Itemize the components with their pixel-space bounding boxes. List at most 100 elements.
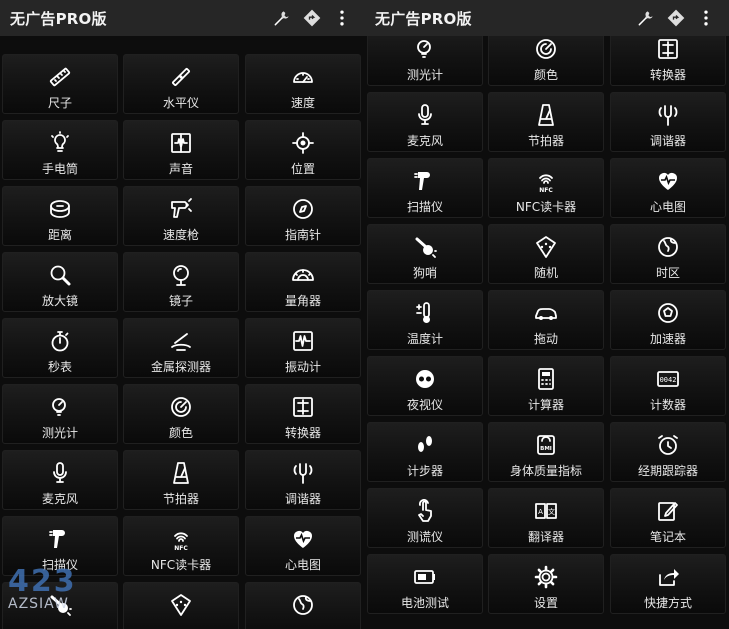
tool-tile-speedometer[interactable]: 速度 xyxy=(245,54,361,114)
tool-tile-mirror[interactable]: 镜子 xyxy=(123,252,239,312)
tool-tile-footsteps[interactable]: 计步器 xyxy=(367,422,483,482)
tool-tile-tuner[interactable]: 调谐器 xyxy=(245,450,361,510)
sound-icon-svg xyxy=(171,133,191,153)
more-vert-icon-svg xyxy=(704,10,708,26)
ruler-icon xyxy=(47,64,73,90)
tool-label: 笔记本 xyxy=(649,530,686,544)
note-icon-svg xyxy=(658,502,678,521)
tool-tile-calculator[interactable]: 计算器 xyxy=(488,356,604,416)
footsteps-icon-svg xyxy=(418,436,432,452)
tool-tile-tape[interactable]: 距离 xyxy=(2,186,118,246)
tool-tile-accelerometer[interactable]: 加速器 xyxy=(610,290,726,350)
alarm-icon-svg xyxy=(658,435,678,455)
tool-tile-alarm[interactable]: 经期跟踪器 xyxy=(610,422,726,482)
nfc-icon-svg: NFC xyxy=(539,174,553,193)
tool-label: 设置 xyxy=(533,596,558,610)
tool-tile-globe[interactable]: 时区 xyxy=(610,224,726,284)
compass-icon xyxy=(290,196,316,222)
tool-tile-thermometer[interactable]: 温度计 xyxy=(367,290,483,350)
color-icon-svg xyxy=(171,397,191,417)
tool-tile-vibration[interactable]: 振动计 xyxy=(245,318,361,378)
tool-tile-touch[interactable]: 测谎仪 xyxy=(367,488,483,548)
tool-label: 转换器 xyxy=(649,68,686,82)
tool-tile-protractor[interactable]: 量角器 xyxy=(245,252,361,312)
tool-tile-heart[interactable]: 心电图 xyxy=(245,516,361,576)
tool-tile-nfc[interactable]: NFC NFC读卡器 xyxy=(488,158,604,218)
microphone-icon-svg xyxy=(418,104,432,125)
bmi-icon-svg: BMI xyxy=(537,435,555,455)
tool-label: 随机 xyxy=(533,266,558,280)
thermometer-icon-svg xyxy=(416,302,430,323)
vibration-icon-svg xyxy=(293,331,313,351)
light-meter-icon-svg xyxy=(417,40,431,58)
tool-tile-color[interactable]: 颜色 xyxy=(123,384,239,444)
tool-tile-microphone[interactable]: 麦克风 xyxy=(367,92,483,152)
tool-tile-microphone[interactable]: 麦克风 xyxy=(2,450,118,510)
tool-tile-level[interactable]: 水平仪 xyxy=(123,54,239,114)
location-icon-svg xyxy=(292,132,314,154)
directions-icon[interactable] xyxy=(297,3,327,33)
mirror-icon xyxy=(168,262,194,288)
tool-tile-metronome[interactable]: 节拍器 xyxy=(488,92,604,152)
tool-tile-magnifier[interactable]: 放大镜 xyxy=(2,252,118,312)
tool-tile-sound[interactable]: 声音 xyxy=(123,120,239,180)
app-title: 无广告PRO版 xyxy=(10,9,107,28)
nfc-icon: NFC xyxy=(533,168,559,194)
tool-tile-translate[interactable]: A 文翻译器 xyxy=(488,488,604,548)
light-meter-icon xyxy=(412,36,438,62)
tool-tile-dice[interactable] xyxy=(123,582,239,629)
directions-icon[interactable] xyxy=(661,3,691,33)
tool-tile-converter[interactable]: 转换器 xyxy=(245,384,361,444)
tool-tile-metronome[interactable]: 节拍器 xyxy=(123,450,239,510)
tool-tile-heart[interactable]: 心电图 xyxy=(610,158,726,218)
speed-gun-icon xyxy=(168,196,194,222)
tool-tile-location[interactable]: 位置 xyxy=(245,120,361,180)
tool-tile-bmi[interactable]: BMI 身体质量指标 xyxy=(488,422,604,482)
tool-tile-nfc[interactable]: NFC NFC读卡器 xyxy=(123,516,239,576)
tool-tile-share[interactable]: 快捷方式 xyxy=(610,554,726,614)
tuner-icon-svg xyxy=(293,463,313,484)
tool-tile-compass[interactable]: 指南针 xyxy=(245,186,361,246)
dog-whistle-icon xyxy=(412,234,438,260)
light-meter-icon xyxy=(47,394,73,420)
more-vert-icon[interactable] xyxy=(327,3,357,33)
wrench-icon[interactable] xyxy=(267,3,297,33)
wrench-icon[interactable] xyxy=(631,3,661,33)
tool-tile-battery[interactable]: 电池测试 xyxy=(367,554,483,614)
tool-tile-ruler[interactable]: 尺子 xyxy=(2,54,118,114)
tool-tile-car[interactable]: 拖动 xyxy=(488,290,604,350)
tool-tile-note[interactable]: 笔记本 xyxy=(610,488,726,548)
tool-tile-counter[interactable]: 0042 计数器 xyxy=(610,356,726,416)
tool-tile-dog-whistle[interactable]: 狗哨 xyxy=(367,224,483,284)
tool-label: 速度枪 xyxy=(162,228,199,242)
tool-tile-tuner[interactable]: 调谐器 xyxy=(610,92,726,152)
microphone-icon xyxy=(412,102,438,128)
tool-label: 加速器 xyxy=(649,332,686,346)
tool-tile-stopwatch[interactable]: 秒表 xyxy=(2,318,118,378)
tool-label: 镜子 xyxy=(168,294,193,308)
globe-icon-svg xyxy=(293,595,313,615)
tool-tile-night-vision[interactable]: 夜视仪 xyxy=(367,356,483,416)
tool-tile-bulb[interactable]: 手电筒 xyxy=(2,120,118,180)
tool-tile-gear[interactable]: 设置 xyxy=(488,554,604,614)
tape-icon xyxy=(47,196,73,222)
accelerometer-icon xyxy=(655,300,681,326)
metronome-icon-svg xyxy=(173,462,189,484)
tool-tile-scanner[interactable]: 扫描仪 xyxy=(367,158,483,218)
tool-label: 电池测试 xyxy=(400,596,449,610)
metal-detector-icon xyxy=(168,328,194,354)
bulb-icon-svg xyxy=(51,131,69,152)
tool-tile-metal-detector[interactable]: 金属探测器 xyxy=(123,318,239,378)
tool-label: 麦克风 xyxy=(406,134,443,148)
more-vert-icon[interactable] xyxy=(691,3,721,33)
converter-icon xyxy=(290,394,316,420)
counter-icon-svg: 0042 xyxy=(657,371,679,387)
tool-tile-speed-gun[interactable]: 速度枪 xyxy=(123,186,239,246)
tuner-icon xyxy=(655,102,681,128)
accelerometer-icon-svg xyxy=(658,303,678,323)
tool-tile-globe[interactable] xyxy=(245,582,361,629)
dice-icon-svg xyxy=(171,594,191,616)
tool-tile-light-meter[interactable]: 测光计 xyxy=(2,384,118,444)
gear-icon xyxy=(533,564,559,590)
tool-tile-dice[interactable]: 随机 xyxy=(488,224,604,284)
